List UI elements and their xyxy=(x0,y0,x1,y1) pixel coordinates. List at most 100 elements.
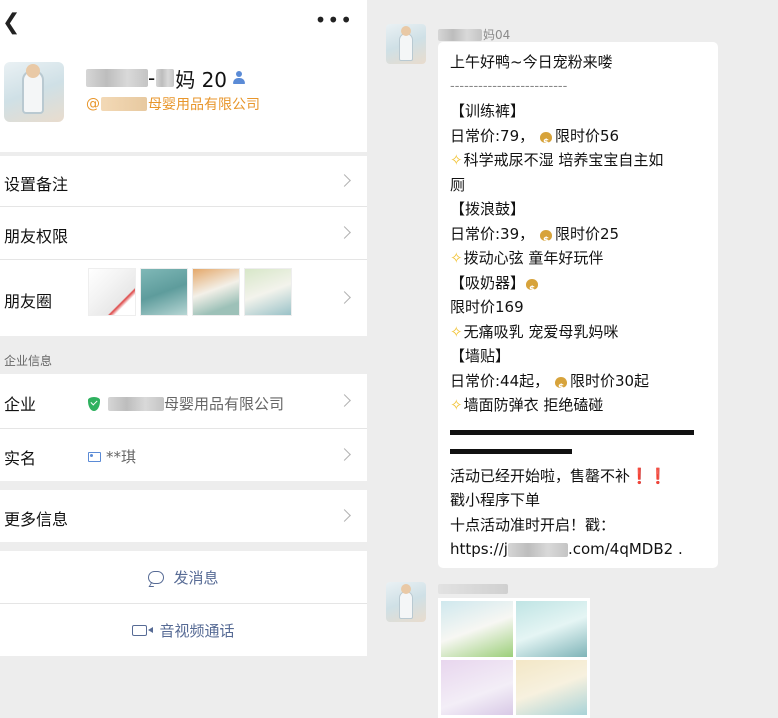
more-icon[interactable]: ••• xyxy=(315,8,353,32)
sender-suffix: 妈04 xyxy=(483,28,511,42)
company-value-text: 母婴用品有限公司 xyxy=(164,395,285,413)
chevron-right-icon xyxy=(338,394,351,407)
star-icon: ✧ xyxy=(450,151,463,169)
redacted-company xyxy=(108,396,164,411)
daily-price: 日常价:39， xyxy=(450,224,535,243)
realname-value: **琪 xyxy=(88,446,136,467)
person-icon xyxy=(233,71,246,85)
price-line: 日常价:44起， 限时价30起 xyxy=(450,369,706,401)
product-image xyxy=(441,659,513,715)
company-label: 企业 xyxy=(4,395,37,414)
message-bubble[interactable]: 上午好鸭~今日宠粉来喽 ------------------------- 【训… xyxy=(438,42,718,568)
video-icon xyxy=(132,624,154,636)
avatar[interactable] xyxy=(386,24,426,64)
realname-value-text: **琪 xyxy=(106,448,137,466)
more-info-row[interactable]: 更多信息 xyxy=(0,490,367,542)
realname-label: 实名 xyxy=(4,449,37,468)
price-line: 限时价169 xyxy=(450,298,524,316)
chevron-right-icon xyxy=(338,174,351,187)
product-title: 【吸奶器】 xyxy=(450,271,706,302)
redacted-sender xyxy=(438,584,508,594)
name-suffix: - xyxy=(148,66,156,90)
remark-row[interactable]: 设置备注 xyxy=(0,156,367,206)
chevron-right-icon xyxy=(338,448,351,461)
more-info-label: 更多信息 xyxy=(4,510,69,529)
desc-line: ✧科学戒尿不湿 培养宝宝自主如 xyxy=(450,148,706,173)
desc-line: ✧拨动心弦 童年好玩伴 xyxy=(450,246,706,271)
product-desc: 墙面防弹衣 拒绝磕碰 xyxy=(463,396,604,414)
send-message-label: 发消息 xyxy=(173,568,219,587)
redacted-sender xyxy=(438,28,482,41)
separator-bar xyxy=(450,429,694,435)
remark-label: 设置备注 xyxy=(4,175,69,194)
avatar[interactable] xyxy=(386,582,426,622)
product-desc: 拨动心弦 童年好玩伴 xyxy=(463,249,604,267)
sender-name xyxy=(438,584,509,594)
message-icon xyxy=(148,570,165,584)
limit-price: 限时价25 xyxy=(554,224,620,243)
image-message[interactable] xyxy=(438,598,590,718)
chevron-right-icon xyxy=(338,226,351,239)
av-call-button[interactable]: 音视频通话 xyxy=(0,604,367,656)
desc-line: 厕 xyxy=(450,175,466,194)
desc-line: ✧墙面防弹衣 拒绝磕碰 xyxy=(450,393,706,418)
chevron-right-icon xyxy=(338,509,351,522)
company-value: 母婴用品有限公司 xyxy=(88,393,284,414)
enterprise-company-row[interactable]: 企业 母婴用品有限公司 xyxy=(0,374,367,428)
shield-check-icon xyxy=(88,396,100,411)
money-bag-icon xyxy=(539,226,553,253)
price-line: 日常价:39， 限时价25 xyxy=(450,222,706,254)
company-suffix: 母婴用品有限公司 xyxy=(148,97,260,113)
chat-panel: 妈04 上午好鸭~今日宠粉来喽 ------------------------… xyxy=(372,0,778,718)
product-title-text: 【吸奶器】 xyxy=(450,273,526,292)
profile-header: - 妈 20 @ 母婴用品有限公司 xyxy=(0,48,367,152)
contact-profile-panel: ❮ ••• - 妈 20 @ 母婴用品有限公司 设置备注 朋友权限 朋友圈 企业… xyxy=(0,0,367,718)
chevron-right-icon xyxy=(338,291,351,304)
promo-link[interactable]: https://j .com/4qMDB2 . xyxy=(450,537,706,562)
avatar[interactable] xyxy=(4,62,64,122)
product-image xyxy=(441,601,513,657)
link-suffix: .com/4qMDB2 . xyxy=(567,540,683,558)
at-sign: @ xyxy=(86,96,100,112)
product-image xyxy=(515,659,587,715)
redacted-company xyxy=(101,97,147,111)
product-desc: 科学戒尿不湿 培养宝宝自主如 xyxy=(463,151,664,169)
price-line: 日常价:79， 限时价56 xyxy=(450,124,706,156)
money-bag-icon xyxy=(554,373,568,400)
moment-thumbnail xyxy=(140,268,188,316)
greeting-line: 上午好鸭~今日宠粉来喽 xyxy=(450,53,613,71)
moment-thumbnail xyxy=(192,268,240,316)
exclamation-icon: ❗❗ xyxy=(630,466,668,485)
product-desc: 无痛吸乳 宠爱母乳妈咪 xyxy=(463,322,619,341)
send-message-button[interactable]: 发消息 xyxy=(0,551,367,603)
moment-thumbnail xyxy=(244,268,292,316)
name-tail: 妈 20 xyxy=(175,67,228,92)
moments-row[interactable]: 朋友圈 xyxy=(0,260,367,336)
star-icon: ✧ xyxy=(450,396,463,414)
moments-label: 朋友圈 xyxy=(4,292,53,311)
desc-line: ✧无痛吸乳 宠爱母乳妈咪 xyxy=(450,320,706,345)
redacted-name xyxy=(156,69,175,87)
moment-thumbnail xyxy=(88,268,136,316)
product-title: 【拨浪鼓】 xyxy=(450,200,526,218)
daily-price: 日常价:79， xyxy=(450,126,535,145)
av-call-label: 音视频通话 xyxy=(159,621,235,640)
redacted-name xyxy=(86,69,148,87)
event-text: 活动已经开始啦，售罄不补 xyxy=(450,466,631,485)
star-icon: ✧ xyxy=(450,322,463,341)
top-bar: ❮ ••• xyxy=(0,0,367,48)
start-line: 十点活动准时开启！戳： xyxy=(450,515,616,534)
limit-price: 限时价30起 xyxy=(569,371,650,390)
daily-price: 日常价:44起， xyxy=(450,371,550,390)
realname-row[interactable]: 实名 **琪 xyxy=(0,429,367,481)
chevron-left-icon[interactable]: ❮ xyxy=(2,10,20,35)
money-bag-icon xyxy=(525,275,539,302)
link-prefix: https://j xyxy=(450,540,508,558)
moments-thumbnails xyxy=(88,268,292,316)
limit-price: 限时价56 xyxy=(554,126,620,145)
product-title: 【墙贴】 xyxy=(450,347,511,365)
separator-bar xyxy=(450,448,572,454)
contact-name: - 妈 20 xyxy=(86,64,246,92)
permission-row[interactable]: 朋友权限 xyxy=(0,207,367,259)
contact-company: @ 母婴用品有限公司 xyxy=(86,94,260,114)
